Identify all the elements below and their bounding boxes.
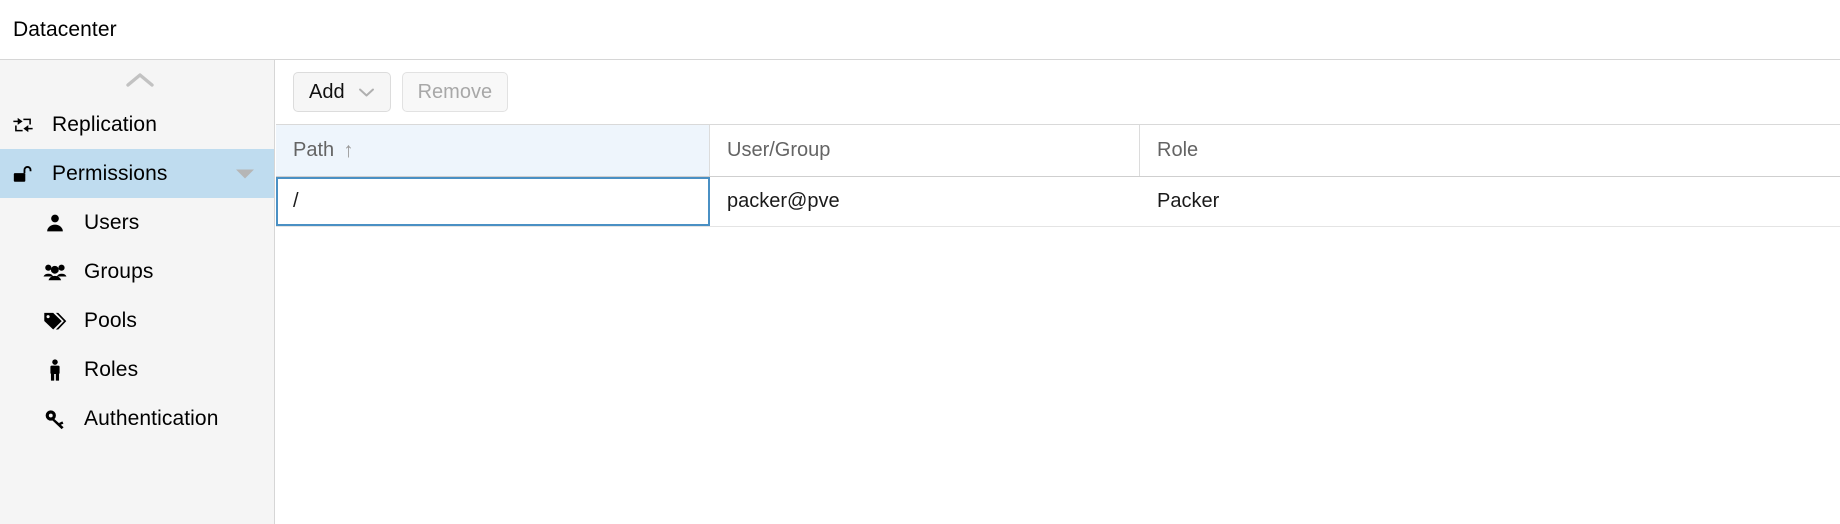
sidebar-item-replication[interactable]: Replication: [0, 100, 274, 149]
sidebar-item-label: Permissions: [52, 161, 168, 185]
sort-ascending-icon: ↑: [343, 139, 354, 162]
remove-button[interactable]: Remove: [401, 72, 509, 112]
column-header-label: Role: [1157, 139, 1199, 161]
sidebar-item-label: Users: [84, 210, 140, 234]
user-icon: [40, 213, 70, 233]
table-row[interactable]: / packer@pve Packer: [276, 177, 1840, 227]
grid-toolbar: Add Remove: [276, 60, 1840, 125]
page-title: Datacenter: [13, 18, 117, 41]
cell-user-group[interactable]: packer@pve: [710, 177, 1140, 226]
app-root: Datacenter Replication Permissions Users…: [0, 0, 1840, 524]
sidebar-item-label: Replication: [52, 112, 157, 136]
content-panel: Add Remove Path ↑ User/Group Role / pack…: [276, 60, 1840, 524]
tags-icon: [40, 311, 70, 331]
column-header-user-group[interactable]: User/Group: [710, 125, 1140, 176]
sidebar-item-label: Authentication: [84, 406, 219, 430]
column-header-label: Path: [293, 139, 335, 161]
add-button[interactable]: Add: [293, 72, 391, 112]
unlock-icon: [8, 163, 38, 185]
key-icon: [40, 408, 70, 430]
sidebar-item-authentication[interactable]: Authentication: [0, 394, 274, 443]
replication-icon: [8, 114, 38, 136]
sidebar-item-users[interactable]: Users: [0, 198, 274, 247]
sidebar-item-label: Groups: [84, 259, 154, 283]
sidebar-item-permissions[interactable]: Permissions: [0, 149, 274, 198]
sidebar-collapse-button[interactable]: [0, 60, 274, 100]
chevron-down-icon: [358, 81, 375, 104]
sidebar-item-label: Pools: [84, 308, 138, 332]
permissions-grid: Path ↑ User/Group Role / packer@pve Pack…: [276, 125, 1840, 523]
cell-path[interactable]: /: [276, 177, 710, 226]
sidebar: Replication Permissions Users Groups Poo…: [0, 60, 275, 524]
page-header: Datacenter: [0, 0, 1840, 60]
column-header-path[interactable]: Path ↑: [276, 125, 710, 176]
column-header-label: User/Group: [727, 139, 831, 161]
remove-button-label: Remove: [417, 80, 493, 103]
chevron-down-icon[interactable]: [236, 169, 254, 178]
cell-role[interactable]: Packer: [1140, 177, 1840, 226]
add-button-label: Add: [309, 80, 345, 103]
person-figure-icon: [40, 358, 70, 381]
users-group-icon: [40, 262, 70, 282]
sidebar-item-pools[interactable]: Pools: [0, 296, 274, 345]
grid-header-row: Path ↑ User/Group Role: [276, 125, 1840, 177]
sidebar-item-label: Roles: [84, 357, 139, 381]
chevron-up-icon: [126, 73, 154, 87]
column-header-role[interactable]: Role: [1140, 125, 1840, 176]
sidebar-item-roles[interactable]: Roles: [0, 345, 274, 394]
grid-empty-area: [276, 227, 1840, 523]
sidebar-item-groups[interactable]: Groups: [0, 247, 274, 296]
